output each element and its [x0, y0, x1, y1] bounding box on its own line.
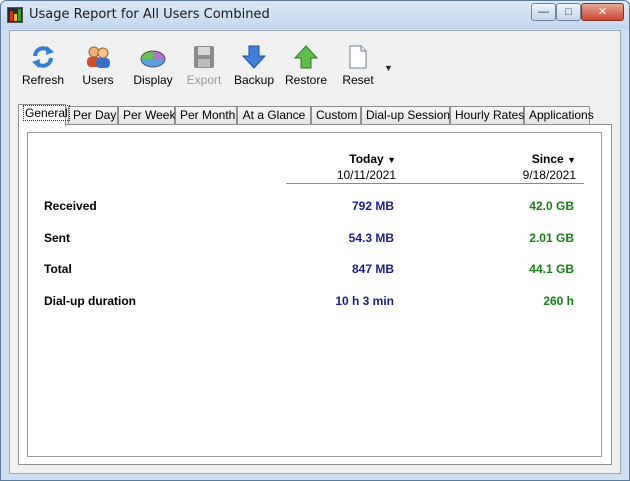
tab-at-a-glance[interactable]: At a Glance: [237, 106, 311, 125]
total-today-value: 847 MB: [351, 262, 394, 276]
maximize-button[interactable]: □: [556, 3, 581, 21]
usage-summary-panel: Today ▼ 10/11/2021 Since ▼ 9/18/2021 Rec…: [27, 132, 602, 457]
header-divider: [286, 183, 584, 184]
tab-per-month[interactable]: Per Month: [175, 106, 237, 125]
export-label: Export: [186, 73, 222, 87]
display-icon: [140, 45, 166, 69]
reset-button[interactable]: Reset: [340, 45, 376, 87]
since-sort-arrow-icon: ▼: [567, 155, 576, 165]
users-label: Users: [82, 73, 114, 87]
title-bar[interactable]: Usage Report for All Users Combined — □ …: [1, 1, 629, 29]
tab-applications[interactable]: Applications: [524, 106, 594, 125]
users-button[interactable]: Users: [78, 45, 118, 87]
display-button[interactable]: Display: [132, 45, 174, 87]
restore-button[interactable]: Restore: [284, 45, 328, 87]
refresh-icon: [30, 45, 56, 69]
window-title: Usage Report for All Users Combined: [29, 7, 270, 22]
reset-icon: [345, 45, 371, 69]
tab-per-day[interactable]: Per Day: [68, 106, 118, 125]
today-date: 10/11/2021: [336, 168, 396, 182]
dialup-duration-label: Dial-up duration: [44, 294, 136, 308]
dialup-duration-today-value: 10 h 3 min: [335, 294, 394, 308]
received-label: Received: [44, 199, 97, 213]
backup-icon: [241, 45, 267, 69]
today-heading: Today: [349, 152, 384, 166]
app-window: Usage Report for All Users Combined — □ …: [0, 0, 630, 481]
client-area: Refresh Users Display Export Backup Rest…: [9, 30, 621, 474]
tab-custom[interactable]: Custom: [311, 106, 361, 125]
total-since-value: 44.1 GB: [529, 262, 574, 276]
users-icon: [85, 45, 111, 69]
received-since-value: 42.0 GB: [529, 199, 574, 213]
backup-button[interactable]: Backup: [234, 45, 274, 87]
refresh-button[interactable]: Refresh: [22, 45, 64, 87]
bar-chart-icon: [7, 7, 23, 23]
today-sort-arrow-icon: ▼: [387, 155, 396, 165]
backup-label: Backup: [234, 73, 275, 87]
sent-since-value: 2.01 GB: [529, 231, 574, 245]
tab-general[interactable]: General: [18, 104, 70, 126]
since-heading: Since: [531, 152, 564, 166]
minimize-button[interactable]: —: [531, 3, 556, 21]
tab-hourly-rates[interactable]: Hourly Rates: [450, 106, 524, 125]
today-column-header[interactable]: Today ▼ 10/11/2021: [292, 152, 396, 182]
since-column-header[interactable]: Since ▼ 9/18/2021: [472, 152, 576, 182]
tab-dial-up-sessions[interactable]: Dial-up Sessions: [361, 106, 456, 125]
restore-label: Restore: [284, 73, 328, 87]
reset-dropdown-arrow-icon[interactable]: ▼: [384, 63, 393, 73]
sent-today-value: 54.3 MB: [348, 231, 394, 245]
received-today-value: 792 MB: [351, 199, 394, 213]
toolbar: Refresh Users Display Export Backup Rest…: [18, 45, 398, 91]
sent-label: Sent: [44, 231, 71, 245]
close-button[interactable]: ✕: [581, 3, 624, 21]
since-date: 9/18/2021: [522, 168, 576, 182]
refresh-label: Refresh: [22, 73, 65, 87]
reset-label: Reset: [342, 73, 374, 87]
display-label: Display: [133, 73, 173, 87]
export-button[interactable]: Export: [184, 45, 224, 87]
total-label: Total: [44, 262, 72, 276]
dialup-duration-since-value: 260 h: [543, 294, 574, 308]
export-icon: [191, 45, 217, 69]
general-tab-panel: Today ▼ 10/11/2021 Since ▼ 9/18/2021 Rec…: [18, 124, 612, 465]
tab-per-week[interactable]: Per Week: [118, 106, 175, 125]
restore-icon: [293, 45, 319, 69]
